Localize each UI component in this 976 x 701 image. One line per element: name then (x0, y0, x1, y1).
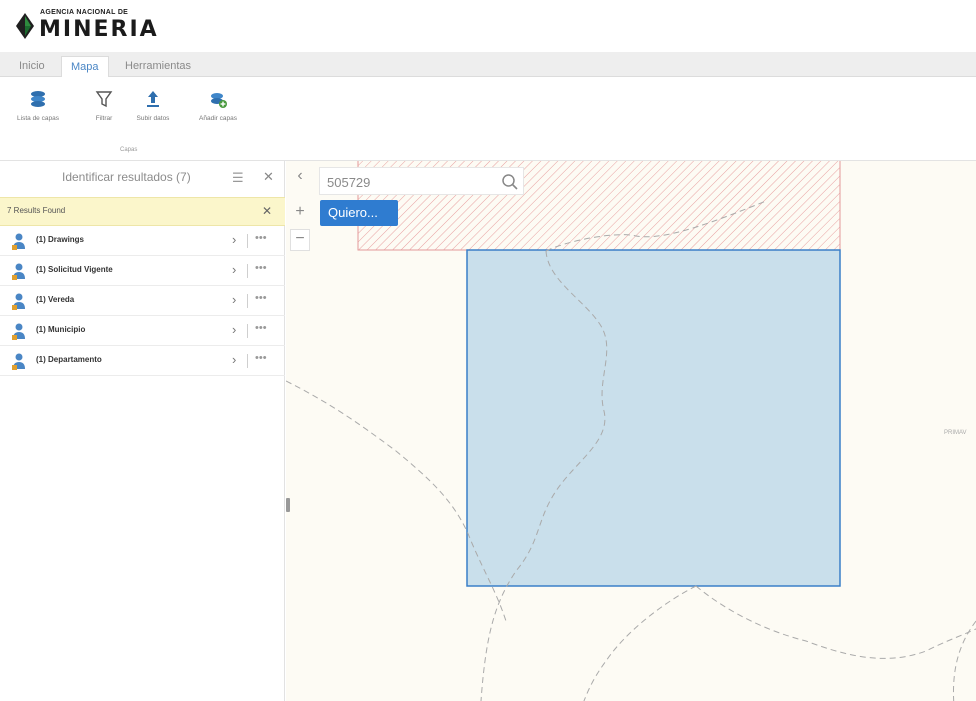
panel-title: Identificar resultados (7) (62, 170, 191, 184)
zoom-out-button[interactable]: − (290, 229, 310, 251)
zoom-in-button[interactable]: + (290, 203, 310, 225)
diamond-logo-icon (16, 13, 34, 39)
row-divider (247, 324, 248, 338)
map-view[interactable] (286, 161, 976, 701)
selected-polygon[interactable] (466, 249, 841, 587)
row-divider (247, 354, 248, 368)
ribbon-tabbar: Inicio Mapa Herramientas (0, 52, 976, 77)
result-row-drawings[interactable]: (1) Drawings › ••• (0, 226, 285, 256)
panel-resize-handle[interactable] (286, 498, 290, 512)
filter-label: Filtrar (95, 115, 113, 122)
tab-herramientas[interactable]: Herramientas (116, 56, 200, 77)
row-divider (247, 234, 248, 248)
quiero-button[interactable]: Quiero... (320, 200, 398, 226)
panel-header: Identificar resultados (7) ☰ ✕ (0, 161, 285, 195)
boundary-line (695, 585, 976, 659)
app-header: AGENCIA NACIONAL DE MINERIA (0, 0, 976, 52)
boundary-line (952, 620, 976, 701)
map-place-label: PRIMAV (944, 430, 967, 436)
result-label: (1) Vereda (36, 295, 75, 304)
row-divider (247, 264, 248, 278)
result-label: (1) Departamento (36, 355, 102, 364)
upload-data-label: Subir datos (136, 115, 170, 122)
results-found-bar: 7 Results Found ✕ (0, 197, 285, 226)
layer-list-label: Lista de capas (17, 115, 59, 122)
result-row-solicitud-vigente[interactable]: (1) Solicitud Vigente › ••• (0, 256, 285, 286)
map-canvas (286, 161, 976, 701)
ribbon-group-label: Capas (120, 147, 138, 153)
result-row-departamento[interactable]: (1) Departamento › ••• (0, 346, 285, 376)
chevron-left-icon[interactable]: ‹ (290, 167, 310, 189)
logo-subtitle: AGENCIA NACIONAL DE (40, 9, 129, 16)
more-options-icon[interactable]: ••• (255, 232, 267, 244)
results-found-close-icon[interactable]: ✕ (262, 204, 272, 218)
result-label: (1) Drawings (36, 235, 85, 244)
upload-data-button[interactable]: Subir datos (131, 89, 175, 139)
search-input[interactable] (327, 173, 492, 191)
person-icon (12, 353, 25, 370)
chevron-right-icon[interactable]: › (232, 322, 236, 337)
add-layers-label: Añadir capas (199, 115, 237, 122)
filter-button[interactable]: Filtrar (84, 89, 124, 139)
more-options-icon[interactable]: ••• (255, 352, 267, 364)
identify-results-panel: Identificar resultados (7) ☰ ✕ 7 Results… (0, 161, 285, 701)
layers-icon (31, 91, 45, 107)
person-icon (12, 233, 25, 250)
person-icon (12, 323, 25, 340)
more-options-icon[interactable]: ••• (255, 292, 267, 304)
chevron-right-icon[interactable]: › (232, 352, 236, 367)
chevron-right-icon[interactable]: › (232, 232, 236, 247)
more-options-icon[interactable]: ••• (255, 322, 267, 334)
panel-close-icon[interactable]: ✕ (263, 169, 274, 185)
boundary-line (583, 585, 697, 701)
add-layers-button[interactable]: Añadir capas (185, 89, 251, 139)
results-found-text: 7 Results Found (7, 206, 66, 215)
result-label: (1) Solicitud Vigente (36, 265, 113, 274)
chevron-right-icon[interactable]: › (232, 292, 236, 307)
panel-menu-icon[interactable]: ☰ (232, 170, 244, 186)
chevron-right-icon[interactable]: › (232, 262, 236, 277)
result-row-vereda[interactable]: (1) Vereda › ••• (0, 286, 285, 316)
logo-title: MINERIA (39, 17, 159, 42)
row-divider (247, 294, 248, 308)
add-layers-icon (211, 93, 227, 108)
filter-icon (95, 91, 113, 108)
person-icon (12, 263, 25, 280)
search-icon[interactable] (501, 173, 519, 191)
tab-inicio[interactable]: Inicio (10, 56, 54, 77)
tab-mapa[interactable]: Mapa (61, 56, 109, 77)
map-search-box (319, 167, 524, 195)
result-label: (1) Municipio (36, 325, 86, 334)
more-options-icon[interactable]: ••• (255, 262, 267, 274)
upload-icon (147, 91, 159, 107)
person-icon (12, 293, 25, 310)
ribbon-toolbar: Lista de capas Filtrar Subir datos Añadi… (0, 77, 976, 161)
result-row-municipio[interactable]: (1) Municipio › ••• (0, 316, 285, 346)
layer-list-button[interactable]: Lista de capas (12, 89, 64, 139)
